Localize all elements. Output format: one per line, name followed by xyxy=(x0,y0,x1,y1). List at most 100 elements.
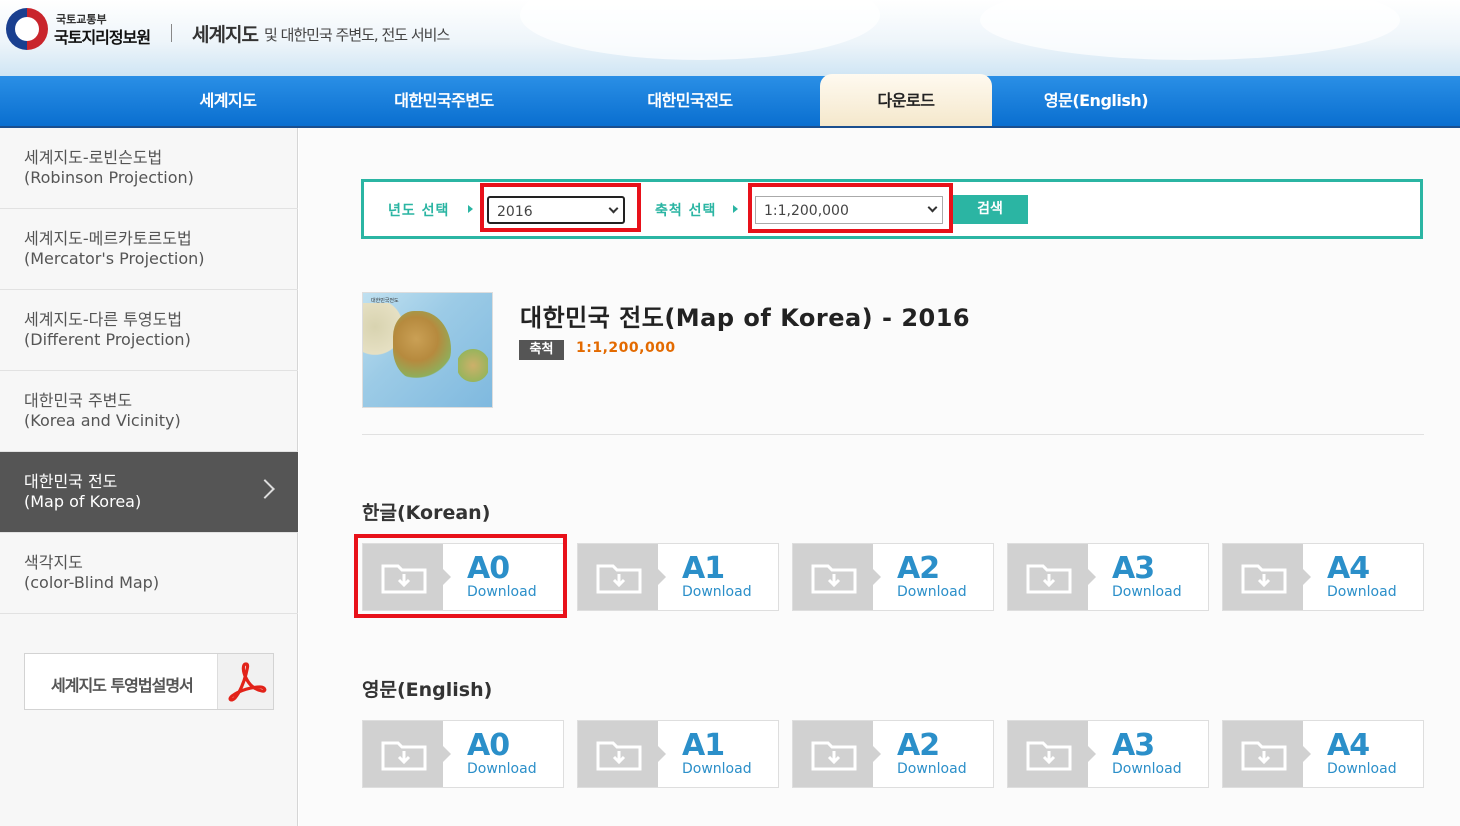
folder-download-icon xyxy=(811,741,857,771)
download-label: Download xyxy=(1112,761,1182,777)
download-korean-a0-button[interactable]: A0 Download xyxy=(362,543,564,611)
projection-manual-label: 세계지도 투영법설명서 xyxy=(51,676,194,695)
header-cloud-decoration xyxy=(520,0,880,60)
download-label: Download xyxy=(682,584,752,600)
thumbnail-land xyxy=(393,311,451,381)
section-divider xyxy=(362,434,1424,435)
paper-size-label: A0 xyxy=(467,551,510,586)
paper-size-label: A1 xyxy=(682,551,725,586)
download-english-a4-button[interactable]: A4 Download xyxy=(1222,720,1424,788)
download-korean-a2-button[interactable]: A2 Download xyxy=(792,543,994,611)
sidebar-item-label: 색각지도 xyxy=(24,553,83,572)
chevron-down-icon xyxy=(927,202,938,213)
download-icon-area xyxy=(793,544,881,610)
paper-size-label: A0 xyxy=(467,728,510,763)
pdf-icon xyxy=(217,654,273,709)
sidebar-item-robinson[interactable]: 세계지도-로빈슨도법 (Robinson Projection) xyxy=(0,128,298,209)
sidebar-item-korea-vicinity[interactable]: 대한민국 주변도 (Korea and Vicinity) xyxy=(0,371,298,452)
folder-download-icon xyxy=(1241,564,1287,594)
download-label: Download xyxy=(467,761,537,777)
caret-right-icon xyxy=(468,205,473,213)
scale-select-value: 1:1,200,000 xyxy=(764,203,849,219)
sidebar-item-label: 세계지도-로빈슨도법 xyxy=(24,148,163,167)
download-icon-area xyxy=(578,544,666,610)
folder-download-icon xyxy=(596,741,642,771)
download-english-a3-button[interactable]: A3 Download xyxy=(1007,720,1209,788)
government-logo-icon[interactable] xyxy=(6,8,48,50)
paper-size-label: A3 xyxy=(1112,551,1155,586)
year-select-value: 2016 xyxy=(497,204,533,220)
scale-select[interactable]: 1:1,200,000 xyxy=(755,196,943,224)
sidebar-item-label: 세계지도-다른 투영도법 xyxy=(24,310,183,329)
folder-download-icon xyxy=(381,741,427,771)
sidebar-item-sublabel: (Robinson Projection) xyxy=(24,168,194,187)
folder-download-icon xyxy=(1026,564,1072,594)
paper-size-label: A2 xyxy=(897,728,940,763)
download-icon-area xyxy=(1008,544,1096,610)
download-english-a0-button[interactable]: A0 Download xyxy=(362,720,564,788)
main-navigation: 세계지도 대한민국주변도 대한민국전도 다운로드 영문(English) xyxy=(0,74,1460,128)
site-header: 국토교통부 국토지리정보원 세계지도 및 대한민국 주변도, 전도 서비스 xyxy=(0,0,1460,76)
download-label: Download xyxy=(682,761,752,777)
scale-select-label: 축척 선택 xyxy=(655,203,717,219)
thumbnail-title: 대한민국전도 xyxy=(371,298,399,304)
folder-download-icon xyxy=(811,564,857,594)
map-thumbnail[interactable]: 대한민국전도 xyxy=(362,292,493,408)
year-select-label: 년도 선택 xyxy=(388,203,450,219)
main-content: 년도 선택 2016 축척 선택 1:1,200,000 검색 대한민국전도 대… xyxy=(299,128,1460,826)
paper-size-label: A4 xyxy=(1327,551,1370,586)
site-subtitle: 및 대한민국 주변도, 전도 서비스 xyxy=(264,26,450,44)
sidebar: 세계지도-로빈슨도법 (Robinson Projection) 세계지도-메르… xyxy=(0,128,298,826)
map-title: 대한민국 전도(Map of Korea) - 2016 xyxy=(520,304,971,332)
download-label: Download xyxy=(1112,584,1182,600)
download-icon-area xyxy=(363,544,451,610)
download-icon-area xyxy=(363,721,451,787)
download-label: Download xyxy=(897,761,967,777)
download-korean-a3-button[interactable]: A3 Download xyxy=(1007,543,1209,611)
folder-download-icon xyxy=(596,564,642,594)
paper-size-label: A1 xyxy=(682,728,725,763)
download-icon-area xyxy=(1223,721,1311,787)
korean-section-title: 한글(Korean) xyxy=(362,502,491,524)
sidebar-item-label: 세계지도-메르카토르도법 xyxy=(24,229,192,248)
download-icon-area xyxy=(578,721,666,787)
paper-size-label: A4 xyxy=(1327,728,1370,763)
paper-size-label: A3 xyxy=(1112,728,1155,763)
download-korean-a4-button[interactable]: A4 Download xyxy=(1222,543,1424,611)
download-icon-area xyxy=(1008,721,1096,787)
folder-download-icon xyxy=(1241,741,1287,771)
year-select[interactable]: 2016 xyxy=(487,196,625,224)
sidebar-item-different-projection[interactable]: 세계지도-다른 투영도법 (Different Projection) xyxy=(0,290,298,371)
projection-manual-button[interactable]: 세계지도 투영법설명서 xyxy=(24,653,274,710)
sidebar-item-sublabel: (Korea and Vicinity) xyxy=(24,411,181,430)
nav-world-map[interactable]: 세계지도 xyxy=(160,76,296,126)
english-section-title: 영문(English) xyxy=(362,679,493,701)
download-label: Download xyxy=(1327,761,1397,777)
header-cloud-decoration xyxy=(980,0,1400,60)
search-filter-box: 년도 선택 2016 축척 선택 1:1,200,000 검색 xyxy=(361,179,1423,239)
nav-download[interactable]: 다운로드 xyxy=(820,74,992,126)
scale-badge: 축척 xyxy=(519,340,564,360)
download-icon-area xyxy=(1223,544,1311,610)
sidebar-item-mercator[interactable]: 세계지도-메르카토르도법 (Mercator's Projection) xyxy=(0,209,298,290)
nav-korea-map[interactable]: 대한민국전도 xyxy=(618,76,762,126)
site-title: 세계지도 xyxy=(192,24,259,46)
nav-english[interactable]: 영문(English) xyxy=(1030,76,1162,126)
agency-name[interactable]: 국토지리정보원 xyxy=(54,24,151,48)
sidebar-item-color-blind-map[interactable]: 색각지도 (color-Blind Map) xyxy=(0,533,298,614)
nav-korea-vicinity[interactable]: 대한민국주변도 xyxy=(366,76,522,126)
paper-size-label: A2 xyxy=(897,551,940,586)
thumbnail-land xyxy=(458,343,488,388)
sidebar-item-map-of-korea[interactable]: 대한민국 전도 (Map of Korea) xyxy=(0,452,298,533)
sidebar-item-label: 대한민국 주변도 xyxy=(24,391,133,410)
download-icon-area xyxy=(793,721,881,787)
scale-value: 1:1,200,000 xyxy=(576,340,676,356)
sidebar-item-sublabel: (Different Projection) xyxy=(24,330,191,349)
download-english-a1-button[interactable]: A1 Download xyxy=(577,720,779,788)
header-divider xyxy=(171,24,172,42)
search-button[interactable]: 검색 xyxy=(952,195,1028,224)
sidebar-item-sublabel: (Map of Korea) xyxy=(24,492,142,511)
download-english-a2-button[interactable]: A2 Download xyxy=(792,720,994,788)
caret-right-icon xyxy=(733,205,738,213)
download-korean-a1-button[interactable]: A1 Download xyxy=(577,543,779,611)
